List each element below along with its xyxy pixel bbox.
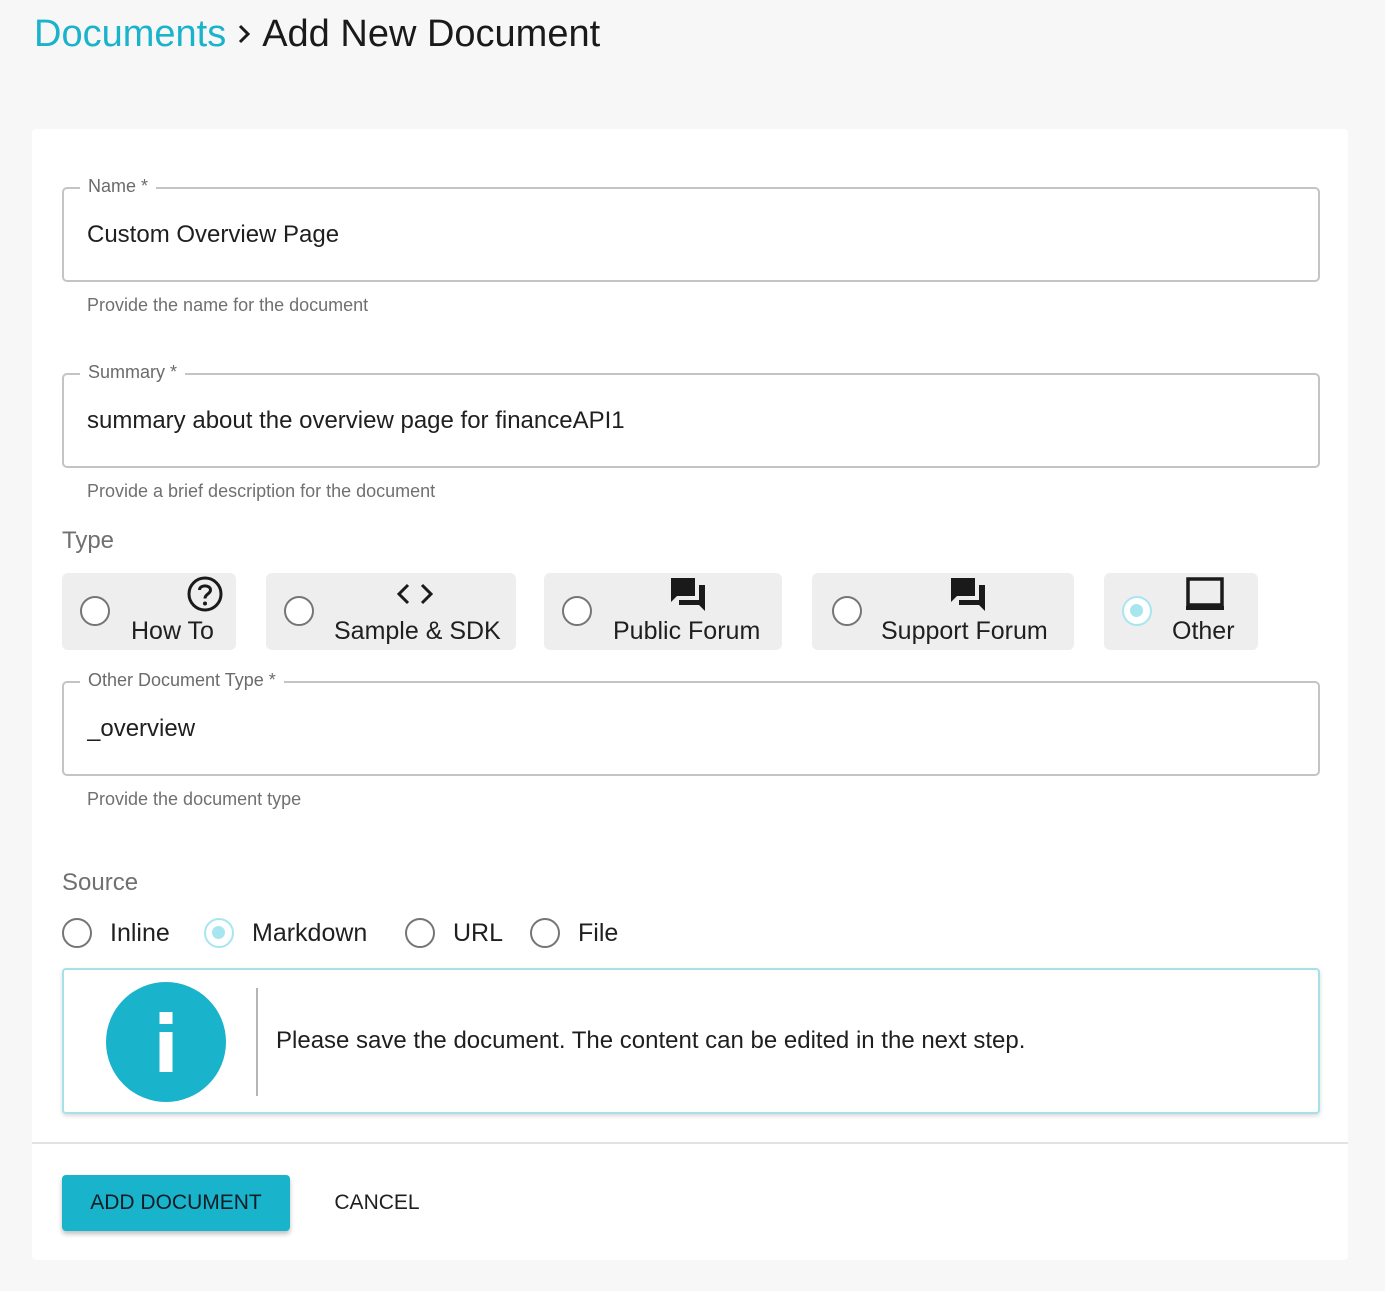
other-document-type-helper-text: Provide the document type: [87, 789, 302, 809]
source-radio-markdown[interactable]: [204, 918, 234, 948]
source-option-url[interactable]: URL: [405, 917, 503, 949]
forum-icon: [948, 575, 988, 613]
source-label-file: File: [578, 918, 619, 947]
laptop-icon: [1185, 575, 1225, 613]
footer-divider: [32, 1142, 1348, 1144]
type-label-sample-sdk: Sample & SDK: [334, 617, 501, 645]
source-radio-url[interactable]: [405, 918, 435, 948]
type-option-how-to[interactable]: How To: [62, 573, 236, 650]
source-label-inline: Inline: [110, 918, 170, 947]
summary-helper-text: Provide a brief description for the docu…: [87, 481, 436, 501]
other-document-type-input[interactable]: [87, 683, 1295, 774]
code-icon: [395, 575, 435, 613]
source-section-label: Source: [62, 869, 139, 896]
type-radio-support-forum[interactable]: [832, 596, 862, 626]
type-option-public-forum[interactable]: Public Forum: [544, 573, 782, 650]
info-message: Please save the document. The content ca…: [276, 1027, 1026, 1054]
cancel-button[interactable]: CANCEL: [322, 1175, 432, 1231]
breadcrumb: Documents Add New Document: [34, 10, 600, 58]
info-divider: [256, 988, 258, 1096]
source-option-markdown[interactable]: Markdown: [204, 917, 367, 949]
info-alert: Please save the document. The content ca…: [62, 968, 1320, 1114]
type-label-support-forum: Support Forum: [881, 617, 1048, 645]
name-field: Name *: [62, 174, 1320, 282]
source-radio-file[interactable]: [530, 918, 560, 948]
type-radio-public-forum[interactable]: [562, 596, 592, 626]
type-radio-other[interactable]: [1122, 596, 1152, 626]
source-label-url: URL: [453, 918, 504, 947]
info-icon: [106, 982, 226, 1102]
source-option-inline[interactable]: Inline: [62, 917, 170, 949]
source-option-file[interactable]: File: [530, 917, 618, 949]
add-document-button[interactable]: ADD DOCUMENT: [62, 1175, 290, 1231]
name-input[interactable]: [87, 189, 1295, 280]
forum-icon: [668, 575, 708, 613]
other-document-type-field: Other Document Type *: [62, 668, 1320, 776]
breadcrumb-documents-link[interactable]: Documents: [34, 13, 226, 56]
source-label-markdown: Markdown: [252, 918, 368, 947]
type-radio-how-to[interactable]: [80, 596, 110, 626]
help-circle-icon: [185, 575, 225, 613]
type-radio-sample-sdk[interactable]: [284, 596, 314, 626]
type-option-other[interactable]: Other: [1104, 573, 1258, 650]
name-helper-text: Provide the name for the document: [87, 295, 369, 315]
type-label-public-forum: Public Forum: [613, 617, 761, 645]
source-radio-inline[interactable]: [62, 918, 92, 948]
type-section-label: Type: [62, 527, 115, 554]
type-option-support-forum[interactable]: Support Forum: [812, 573, 1074, 650]
type-option-sample-sdk[interactable]: Sample & SDK: [266, 573, 516, 650]
type-label-other: Other: [1172, 617, 1235, 645]
page-title: Add New Document: [262, 12, 601, 55]
type-label-how-to: How To: [131, 617, 214, 645]
document-form-card: Name * Provide the name for the document…: [32, 129, 1348, 1260]
chevron-right-icon: [226, 10, 262, 58]
summary-input[interactable]: [87, 375, 1295, 466]
summary-field: Summary *: [62, 360, 1320, 468]
